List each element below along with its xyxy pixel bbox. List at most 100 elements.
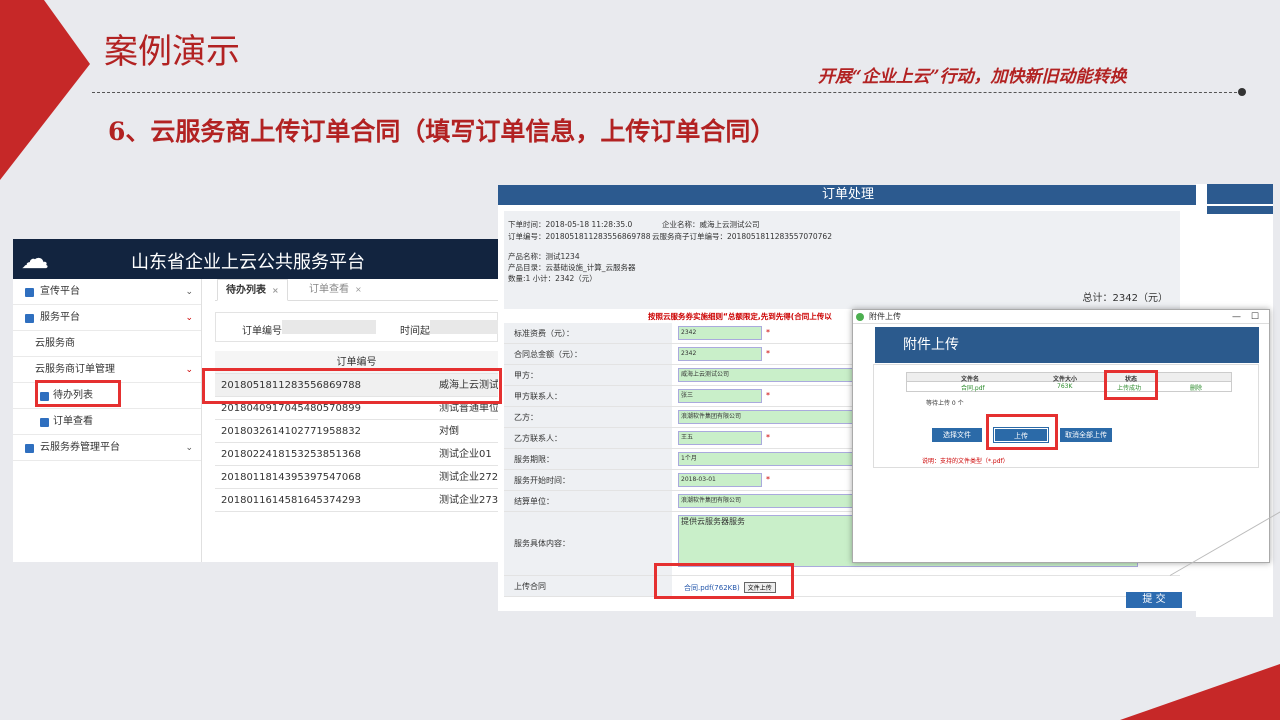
field-label: 甲方联系人： bbox=[504, 386, 672, 406]
chevron-down-icon: ⌄ bbox=[185, 313, 193, 323]
required-mark: * bbox=[766, 433, 770, 442]
menu-icon bbox=[40, 418, 49, 427]
filter-bar: 订单编号 时间起 bbox=[215, 312, 498, 342]
close-icon[interactable]: × bbox=[272, 286, 279, 295]
required-mark: * bbox=[766, 349, 770, 358]
field-label: 服务开始时间： bbox=[504, 470, 672, 490]
field-label: 结算单位： bbox=[504, 491, 672, 511]
maximize-icon[interactable]: ☐ bbox=[1251, 310, 1259, 324]
tab-bar: 待办列表 × 订单查看 × bbox=[215, 279, 498, 301]
product-name: 产品名称：测试1234 bbox=[508, 252, 580, 261]
order-no: 2018011614581645374293 bbox=[221, 495, 361, 506]
required-mark: * bbox=[766, 328, 770, 337]
sidebar-item-label: 订单查看 bbox=[53, 416, 93, 427]
order-total: 总计：2342（元） bbox=[1082, 293, 1168, 304]
menu-icon bbox=[25, 288, 34, 297]
table-row[interactable]: 2018022418153253851368 测试企业01 bbox=[215, 443, 498, 466]
highlight-upload-field bbox=[654, 563, 794, 599]
contract-amount-input[interactable]: 2342 bbox=[678, 347, 762, 361]
order-time: 下单时间：2018-05-18 11:28:35.0 bbox=[508, 220, 633, 229]
required-mark: * bbox=[766, 475, 770, 484]
window-bar bbox=[1207, 184, 1273, 204]
field-label: 乙方联系人： bbox=[504, 428, 672, 448]
window-bar bbox=[1207, 206, 1273, 214]
tab-todo[interactable]: 待办列表 × bbox=[217, 279, 288, 301]
order-info: 下单时间：2018-05-18 11:28:35.0 企业名称：威海上云测试公司… bbox=[504, 211, 1180, 309]
slide-title: 案例演示 bbox=[104, 32, 240, 72]
company: 测试企业273 bbox=[439, 495, 498, 506]
highlight-upload-button bbox=[986, 414, 1058, 450]
file-row: 合同.pdf 763K 上传成功 删除 bbox=[906, 382, 1232, 392]
order-no-input[interactable] bbox=[282, 320, 376, 334]
start-date-input[interactable]: 2018-03-01 bbox=[678, 473, 762, 487]
menu-icon bbox=[25, 314, 34, 323]
close-icon[interactable]: × bbox=[355, 285, 362, 294]
file-table-header: 文件名 文件大小 状态 bbox=[906, 372, 1232, 383]
company: 测试企业272 bbox=[439, 472, 498, 483]
delete-link[interactable]: 删除 bbox=[1190, 383, 1202, 392]
field-label: 服务具体内容： bbox=[504, 512, 672, 575]
column-header: 订单编号 bbox=[336, 357, 377, 368]
chevron-down-icon: ⌄ bbox=[185, 443, 193, 453]
choose-file-button[interactable]: 选择文件 bbox=[932, 428, 982, 442]
party-b-contact-input[interactable]: 王五 bbox=[678, 431, 762, 445]
highlight-order-row bbox=[202, 368, 502, 404]
cancel-all-button[interactable]: 取消全部上传 bbox=[1060, 428, 1112, 442]
order-no: 2018022418153253851368 bbox=[221, 449, 361, 460]
menu-icon bbox=[25, 444, 34, 453]
field-label: 乙方： bbox=[504, 407, 672, 427]
minimize-icon[interactable]: — bbox=[1232, 310, 1241, 324]
dialog-body: 文件名 文件大小 状态 合同.pdf 763K 上传成功 删除 等待上传 0 个… bbox=[873, 364, 1259, 468]
sidebar-item-label: 宣传平台 bbox=[40, 286, 80, 297]
corner-triangle bbox=[1120, 664, 1280, 720]
window-icon bbox=[856, 313, 864, 321]
file-type-note: 说明：支持的文件类型（*.pdf） bbox=[922, 458, 1009, 465]
tab-order-view[interactable]: 订单查看 × bbox=[301, 279, 370, 301]
time-from-label: 时间起 bbox=[400, 326, 430, 337]
corner-decoration bbox=[0, 0, 90, 180]
cloud-icon: ☁ bbox=[21, 242, 49, 275]
dialog-title: 附件上传 bbox=[869, 312, 901, 321]
sidebar-item-order-view[interactable]: 订单查看 bbox=[13, 409, 201, 435]
time-from-input[interactable] bbox=[430, 320, 498, 334]
dialog-titlebar: 附件上传 — ☐ bbox=[853, 310, 1269, 324]
sidebar-item-label: 云服务商 bbox=[35, 338, 75, 349]
table-row[interactable]: 2018011814395397547068 测试企业272 bbox=[215, 466, 498, 489]
table-row[interactable]: 2018032614102771958832 对倒 bbox=[215, 420, 498, 443]
company: 对倒 bbox=[439, 426, 459, 437]
field-label: 标准资费（元）： bbox=[504, 323, 672, 343]
sidebar-item-label: 云服务券管理平台 bbox=[40, 442, 120, 453]
platform-title: 山东省企业上云公共服务平台 bbox=[131, 252, 365, 273]
sidebar-item-publicity[interactable]: 宣传平台 ⌄ bbox=[13, 279, 201, 305]
highlight-upload-status bbox=[1104, 370, 1158, 400]
sidebar-item-label: 云服务商订单管理 bbox=[35, 364, 115, 375]
sidebar-item-provider[interactable]: 云服务商 bbox=[13, 331, 201, 357]
chevron-down-icon: ⌄ bbox=[185, 287, 193, 297]
order-no: 2018032614102771958832 bbox=[221, 426, 361, 437]
platform-header: ☁ 山东省企业上云公共服务平台 bbox=[13, 239, 498, 279]
field-label: 上传合同 bbox=[504, 576, 672, 596]
table-row[interactable]: 2018011614581645374293 测试企业273 bbox=[215, 489, 498, 512]
party-a-contact-input[interactable]: 张三 bbox=[678, 389, 762, 403]
sidebar-item-service[interactable]: 服务平台 ⌄ bbox=[13, 305, 201, 331]
required-mark: * bbox=[766, 391, 770, 400]
wait-count: 等待上传 0 个 bbox=[926, 400, 964, 407]
divider-dot bbox=[1238, 88, 1246, 96]
divider bbox=[92, 92, 1242, 93]
order-no-label: 订单编号 bbox=[242, 326, 282, 337]
upload-dialog: 附件上传 — ☐ 附件上传 文件名 文件大小 状态 合同.pdf 763K 上传… bbox=[852, 309, 1270, 563]
notice-text: 按照云服务券实施细则“总额限定,先到先得(合同上传以 bbox=[648, 312, 832, 321]
standard-fee-input[interactable]: 2342 bbox=[678, 326, 762, 340]
order-no: 2018011814395397547068 bbox=[221, 472, 361, 483]
file-name: 合同.pdf bbox=[961, 385, 985, 392]
dialog-header: 附件上传 bbox=[875, 327, 1259, 363]
sidebar-item-voucher[interactable]: 云服务券管理平台 ⌄ bbox=[13, 435, 201, 461]
submit-button[interactable]: 提 交 bbox=[1126, 592, 1182, 608]
file-size: 763K bbox=[1057, 383, 1073, 390]
order-title-bar: 订单处理 bbox=[498, 185, 1198, 205]
company: 测试企业01 bbox=[439, 449, 492, 460]
form-row: 上传合同 合同.pdf(762KB) 文件上传 bbox=[504, 576, 1180, 597]
quantity-subtotal: 数量:1 小计：2342（元） bbox=[508, 274, 597, 283]
chevron-down-icon: ⌄ bbox=[185, 365, 193, 375]
field-label: 合同总金额（元）： bbox=[504, 344, 672, 364]
